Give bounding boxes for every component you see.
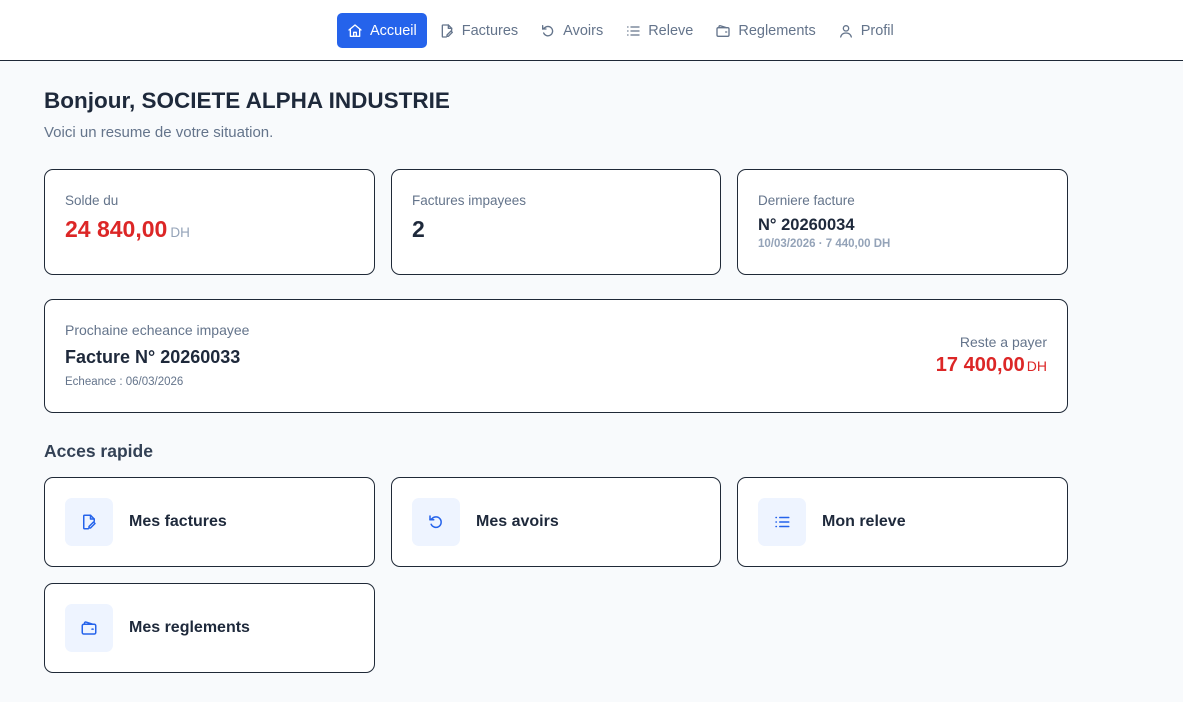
last-invoice-card: Derniere facture N° 20260034 10/03/2026 …: [737, 169, 1068, 275]
quick-mon-releve[interactable]: Mon releve: [737, 477, 1068, 567]
balance-amount: 24 840,00 DH: [65, 216, 190, 243]
balance-value: 24 840,00: [65, 216, 168, 242]
nav-releve[interactable]: Releve: [615, 13, 703, 48]
home-icon: [347, 23, 363, 39]
nav-factures-label: Factures: [461, 22, 519, 39]
invoice-icon: [439, 23, 455, 39]
undo-icon: [540, 23, 556, 39]
next-due-label: Prochaine echeance impayee: [65, 322, 250, 338]
main-nav: Accueil Factures Avoirs Releve Reglement…: [337, 13, 906, 48]
nav-reglements-label: Reglements: [738, 22, 816, 39]
invoice-icon: [65, 498, 113, 546]
quick-mes-avoirs[interactable]: Mes avoirs: [391, 477, 721, 567]
next-due-invoice: Facture N° 20260033: [65, 347, 241, 367]
list-icon: [625, 23, 641, 39]
last-invoice-number: N° 20260034: [758, 216, 855, 234]
nav-accueil[interactable]: Accueil: [337, 13, 427, 48]
quick-mes-factures[interactable]: Mes factures: [44, 477, 375, 567]
nav-profil[interactable]: Profil: [828, 13, 904, 48]
unpaid-invoices-card: Factures impayees 2: [391, 169, 721, 275]
top-navbar: Accueil Factures Avoirs Releve Reglement…: [0, 0, 1183, 61]
remaining-unit: DH: [1026, 358, 1047, 374]
nav-avoirs-label: Avoirs: [563, 22, 604, 39]
balance-unit: DH: [170, 225, 190, 240]
nav-releve-label: Releve: [648, 22, 694, 39]
remaining-value: 17 400,00: [935, 354, 1025, 376]
next-due-date: Echeance : 06/03/2026: [65, 376, 184, 388]
last-invoice-label: Derniere facture: [758, 193, 855, 208]
nav-accueil-label: Accueil: [370, 22, 417, 39]
balance-card: Solde du 24 840,00 DH: [44, 169, 375, 275]
quick-mes-reglements-label: Mes reglements: [129, 619, 250, 636]
nav-reglements[interactable]: Reglements: [705, 13, 825, 48]
quick-mes-reglements[interactable]: Mes reglements: [44, 583, 375, 673]
next-due-card[interactable]: Prochaine echeance impayee Facture N° 20…: [44, 299, 1068, 413]
last-invoice-meta: 10/03/2026 · 7 440,00 DH: [758, 238, 891, 250]
balance-label: Solde du: [65, 193, 119, 208]
unpaid-label: Factures impayees: [412, 193, 527, 208]
quick-mon-releve-label: Mon releve: [822, 513, 906, 530]
wallet-icon: [715, 23, 731, 39]
nav-profil-label: Profil: [860, 22, 894, 39]
unpaid-count: 2: [412, 216, 425, 242]
nav-avoirs[interactable]: Avoirs: [530, 13, 613, 48]
quick-mes-avoirs-label: Mes avoirs: [476, 513, 559, 530]
wallet-icon: [65, 604, 113, 652]
page-subtitle: Voici un resume de votre situation.: [44, 124, 274, 141]
nav-factures[interactable]: Factures: [429, 13, 528, 48]
remaining-label: Reste a payer: [959, 334, 1047, 350]
quick-access-title: Acces rapide: [44, 441, 153, 461]
quick-mes-factures-label: Mes factures: [129, 513, 227, 530]
remaining-amount: 17 400,00 DH: [936, 354, 1047, 377]
page-title: Bonjour, SOCIETE ALPHA INDUSTRIE: [44, 88, 450, 113]
undo-icon: [412, 498, 460, 546]
user-icon: [838, 23, 854, 39]
list-icon: [758, 498, 806, 546]
